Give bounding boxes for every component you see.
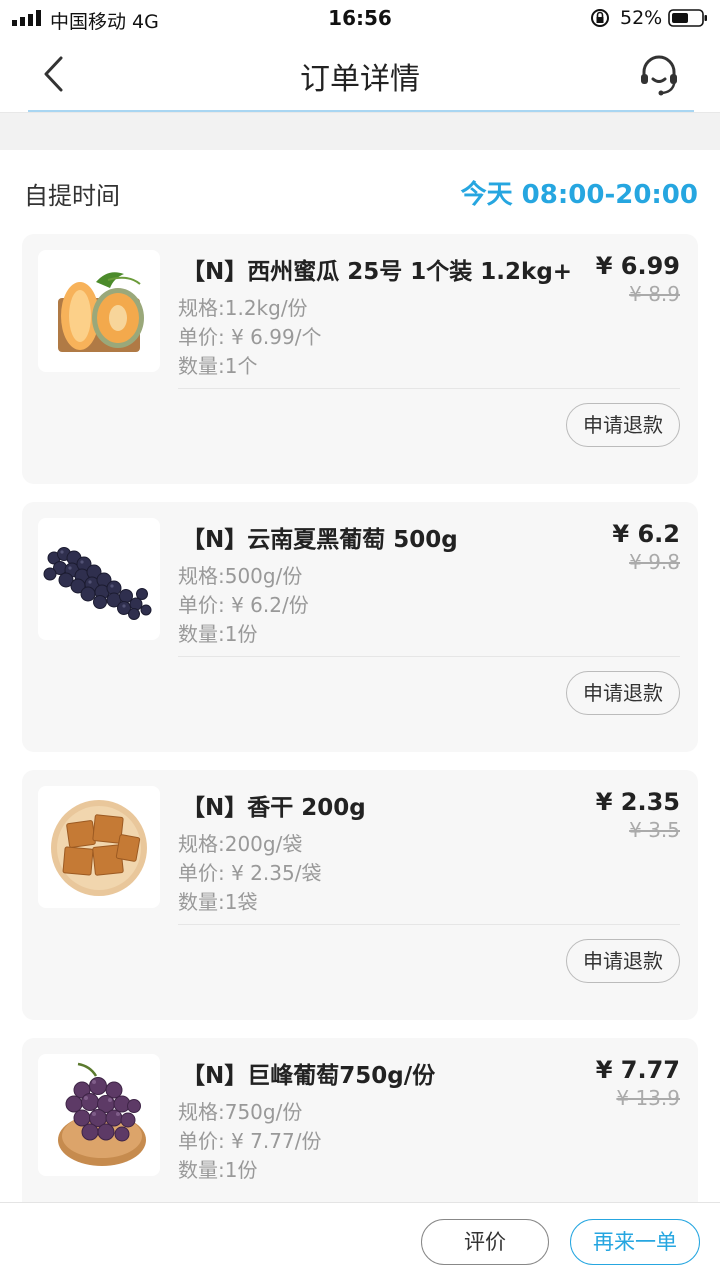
product-unit-price: 单价: ¥ 7.77/份 — [178, 1129, 322, 1153]
rotation-lock-icon — [591, 9, 609, 27]
product-spec: 规格:1.2kg/份 — [178, 296, 308, 320]
card-divider — [178, 388, 680, 389]
product-thumbnail — [38, 1054, 160, 1176]
product-original-price: ¥ 3.5 — [629, 818, 680, 842]
refund-button[interactable]: 申请退款 — [566, 939, 680, 983]
product-quantity: 数量:1份 — [178, 622, 258, 646]
product-card[interactable]: 【N】西州蜜瓜 25号 1个装 1.2kg+ 规格:1.2kg/份 单价: ¥ … — [22, 234, 698, 484]
status-bar: 中国移动 4G 16:56 52% — [0, 0, 720, 36]
product-thumbnail — [38, 786, 160, 908]
product-original-price: ¥ 8.9 — [629, 282, 680, 306]
product-price: ¥ 2.35 — [595, 788, 680, 816]
kyoho-grape-image — [58, 1062, 146, 1166]
product-quantity: 数量:1个 — [178, 354, 258, 378]
product-thumbnail — [38, 250, 160, 372]
product-price: ¥ 6.2 — [612, 520, 680, 548]
melon-image — [58, 272, 144, 352]
refund-button[interactable]: 申请退款 — [566, 403, 680, 447]
customer-service-icon[interactable] — [634, 50, 684, 100]
dried-tofu-image — [51, 800, 147, 896]
product-original-price: ¥ 13.9 — [616, 1086, 680, 1110]
product-spec: 规格:200g/袋 — [178, 832, 303, 856]
product-name: 【N】西州蜜瓜 25号 1个装 1.2kg+ — [182, 259, 573, 285]
product-card[interactable]: 【N】香干 200g 规格:200g/袋 单价: ¥ 2.35/袋 数量:1袋 … — [22, 770, 698, 1020]
nav-bar: 订单详情 — [0, 36, 720, 112]
reorder-button[interactable]: 再来一单 — [570, 1219, 700, 1265]
product-quantity: 数量:1份 — [178, 1158, 258, 1182]
bottom-action-bar: 评价 再来一单 — [0, 1202, 720, 1280]
battery-icon — [668, 9, 707, 27]
section-gap — [0, 112, 720, 150]
product-name: 【N】云南夏黑葡萄 500g — [182, 527, 458, 553]
battery-percent: 52% — [620, 7, 663, 29]
product-spec: 规格:750g/份 — [178, 1100, 303, 1124]
product-card[interactable]: 【N】云南夏黑葡萄 500g 规格:500g/份 单价: ¥ 6.2/份 数量:… — [22, 502, 698, 752]
product-original-price: ¥ 9.8 — [629, 550, 680, 574]
product-price: ¥ 6.99 — [595, 252, 680, 280]
product-thumbnail — [38, 518, 160, 640]
product-unit-price: 单价: ¥ 6.2/份 — [178, 593, 309, 617]
product-quantity: 数量:1袋 — [178, 890, 258, 914]
product-name: 【N】香干 200g — [182, 795, 366, 821]
product-unit-price: 单价: ¥ 6.99/个 — [178, 325, 322, 349]
pickup-time-value: 今天 08:00-20:00 — [460, 180, 698, 210]
product-name: 【N】巨峰葡萄750g/份 — [182, 1063, 436, 1089]
product-price: ¥ 7.77 — [595, 1056, 680, 1084]
product-card[interactable]: 【N】巨峰葡萄750g/份 规格:750g/份 单价: ¥ 7.77/份 数量:… — [22, 1038, 698, 1202]
refund-button[interactable]: 申请退款 — [566, 671, 680, 715]
card-divider — [178, 924, 680, 925]
review-button[interactable]: 评价 — [421, 1219, 549, 1265]
pickup-time-label: 自提时间 — [24, 182, 120, 210]
black-grape-image — [43, 547, 152, 620]
product-spec: 规格:500g/份 — [178, 564, 303, 588]
card-divider — [178, 656, 680, 657]
clock: 16:56 — [328, 6, 392, 30]
product-unit-price: 单价: ¥ 2.35/袋 — [178, 861, 322, 885]
page-title: 订单详情 — [300, 62, 420, 97]
order-content[interactable]: 自提时间 今天 08:00-20:00 【N】西州蜜瓜 25号 1个装 1.2k… — [0, 150, 720, 1202]
